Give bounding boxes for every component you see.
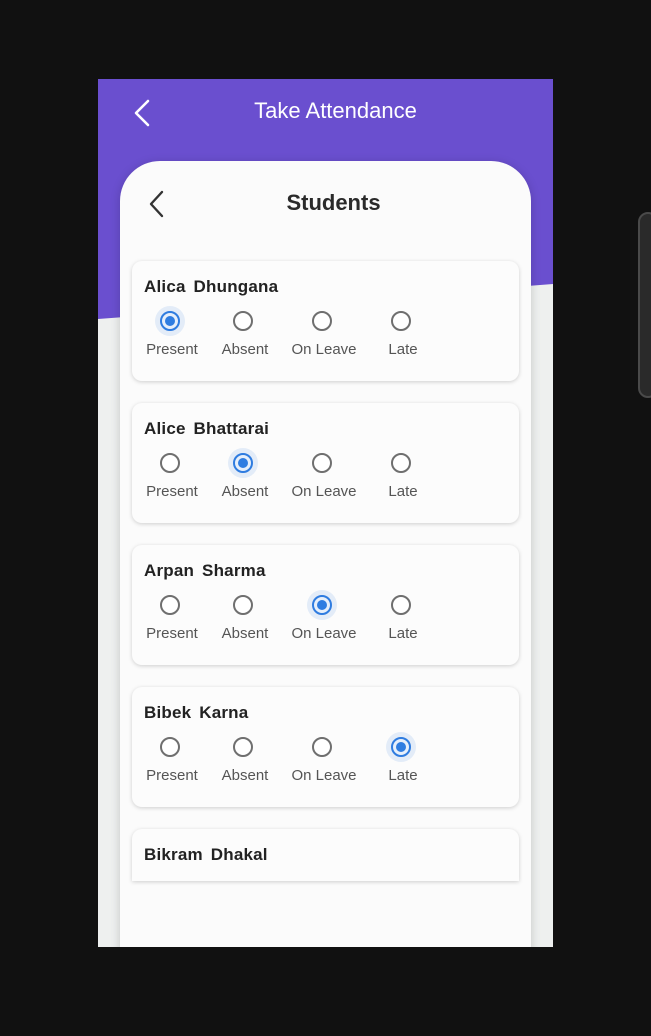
option-label: Late: [388, 767, 418, 784]
student-name: Bikram Dhakal: [144, 845, 268, 864]
option-absent[interactable]: Absent: [205, 309, 285, 369]
radio-absent[interactable]: [228, 448, 258, 478]
student-name: Alice Bhattarai: [144, 419, 270, 438]
option-label: On Leave: [291, 625, 357, 642]
option-on-leave[interactable]: On Leave: [284, 451, 364, 511]
option-present[interactable]: Present: [132, 451, 212, 511]
option-late[interactable]: Late: [363, 309, 443, 369]
attendance-options: Present Absent On Leave Late: [132, 448, 432, 511]
option-label: Present: [146, 767, 198, 784]
radio-late[interactable]: [391, 311, 411, 331]
radio-on-leave[interactable]: [312, 453, 332, 473]
option-label: Late: [388, 483, 418, 500]
card-header: Students: [120, 161, 531, 241]
option-on-leave[interactable]: On Leave: [284, 590, 364, 653]
option-label: On Leave: [291, 483, 357, 500]
attendance-options: Present Absent On Leave Late: [132, 306, 432, 369]
option-label: On Leave: [291, 341, 357, 358]
option-label: Absent: [221, 625, 269, 642]
radio-late[interactable]: [391, 595, 411, 615]
student-row: Arpan Sharma Present Absent On Leave Lat…: [132, 545, 519, 665]
radio-absent[interactable]: [233, 737, 253, 757]
student-name: Bibek Karna: [144, 703, 249, 722]
phone-screen: Take Attendance Students Alica Dhungana …: [98, 79, 553, 947]
option-label: Present: [146, 483, 198, 500]
option-late[interactable]: Late: [363, 451, 443, 511]
option-late[interactable]: Late: [363, 593, 443, 653]
option-label: Absent: [221, 341, 269, 358]
student-list: Alica Dhungana Present Absent On Leave L…: [132, 261, 519, 903]
radio-present[interactable]: [155, 306, 185, 336]
option-on-leave[interactable]: On Leave: [284, 309, 364, 369]
option-absent[interactable]: Absent: [205, 593, 285, 653]
radio-absent[interactable]: [233, 311, 253, 331]
radio-absent[interactable]: [233, 595, 253, 615]
student-name: Alica Dhungana: [144, 277, 279, 296]
students-card: Students Alica Dhungana Present Absent O…: [120, 161, 531, 947]
attendance-options: Present Absent On Leave Late: [132, 590, 432, 653]
radio-present[interactable]: [160, 453, 180, 473]
option-label: Late: [388, 625, 418, 642]
radio-on-leave[interactable]: [307, 590, 337, 620]
option-label: On Leave: [291, 767, 357, 784]
app-bar: Take Attendance: [98, 79, 553, 145]
radio-late[interactable]: [391, 453, 411, 473]
option-label: Present: [146, 625, 198, 642]
student-row: Alice Bhattarai Present Absent On Leave: [132, 403, 519, 523]
option-present[interactable]: Present: [132, 306, 212, 369]
option-label: Absent: [221, 767, 269, 784]
option-label: Present: [146, 341, 198, 358]
option-late[interactable]: Late: [363, 732, 443, 795]
option-absent[interactable]: Absent: [205, 448, 285, 511]
radio-on-leave[interactable]: [312, 737, 332, 757]
side-handle: [638, 212, 651, 398]
card-title: Students: [286, 190, 381, 215]
page-title: Take Attendance: [254, 98, 417, 123]
option-present[interactable]: Present: [132, 735, 212, 795]
radio-present[interactable]: [160, 737, 180, 757]
student-name: Arpan Sharma: [144, 561, 266, 580]
student-row: Bibek Karna Present Absent On Leave Late: [132, 687, 519, 807]
attendance-options: Present Absent On Leave Late: [132, 732, 432, 795]
option-absent[interactable]: Absent: [205, 735, 285, 795]
option-label: Absent: [221, 483, 269, 500]
option-present[interactable]: Present: [132, 593, 212, 653]
radio-late[interactable]: [386, 732, 416, 762]
student-row: Bikram Dhakal: [132, 829, 519, 881]
radio-on-leave[interactable]: [312, 311, 332, 331]
radio-present[interactable]: [160, 595, 180, 615]
option-label: Late: [388, 341, 418, 358]
option-on-leave[interactable]: On Leave: [284, 735, 364, 795]
student-row: Alica Dhungana Present Absent On Leave L…: [132, 261, 519, 381]
